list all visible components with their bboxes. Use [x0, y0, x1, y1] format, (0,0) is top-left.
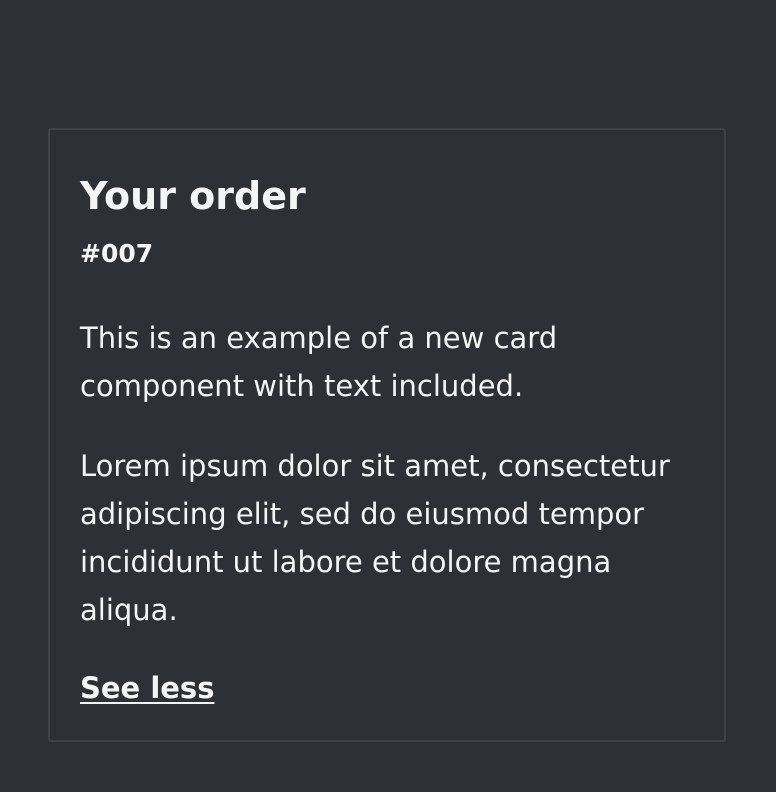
card-body-text: Lorem ipsum dolor sit amet, consectetur … [80, 449, 670, 627]
see-less-link[interactable]: See less [80, 666, 214, 710]
card-description: This is an example of a new card compone… [80, 321, 558, 403]
page: { "card": { "title": "Your order", "orde… [0, 0, 776, 792]
card-title: Your order [80, 174, 306, 218]
order-number: #007 [80, 239, 154, 268]
order-card: Your order #007 This is an example of a … [48, 128, 726, 742]
